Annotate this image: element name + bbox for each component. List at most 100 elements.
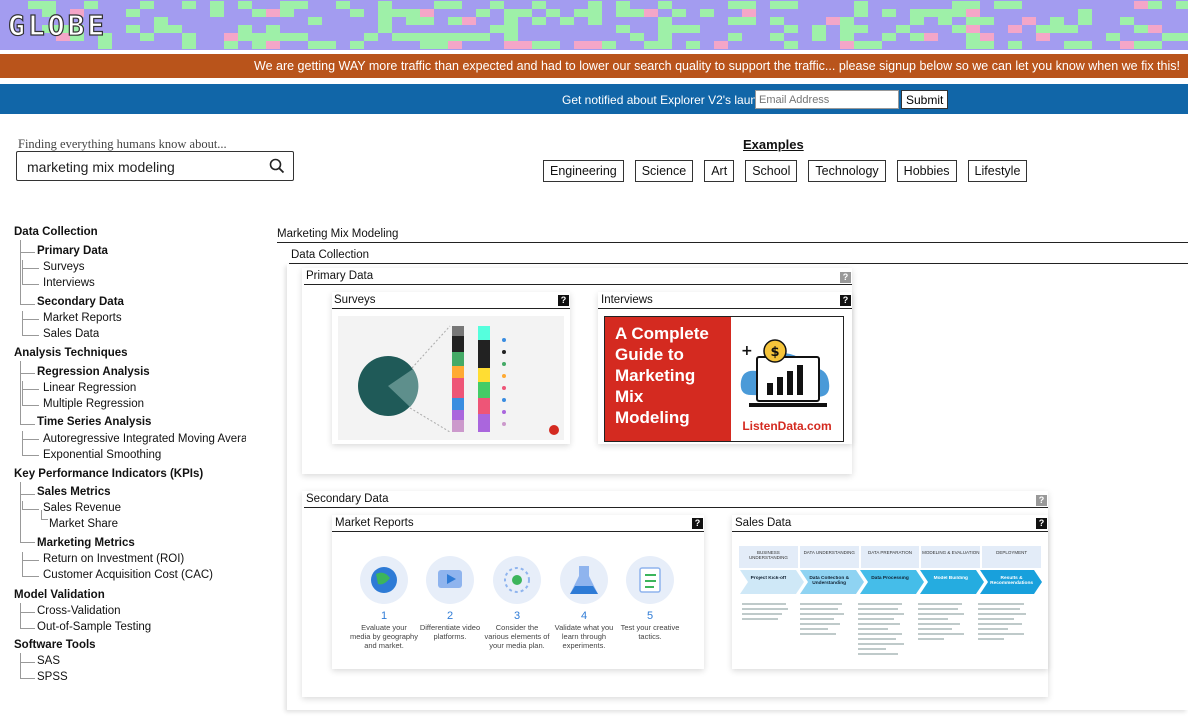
mosaic-pixel xyxy=(784,1,798,9)
mosaic-pixel xyxy=(728,1,742,9)
sales-data-card-title[interactable]: Sales Data xyxy=(735,517,791,529)
interviews-thumbnail[interactable]: A Complete Guide to Marketing Mix Modeli… xyxy=(604,316,844,442)
tree-item-model-validation[interactable]: Model Validation xyxy=(14,589,105,601)
main-divider xyxy=(277,242,1188,243)
tree-item-surveys[interactable]: Surveys xyxy=(43,261,85,273)
mosaic-pixel xyxy=(308,17,322,25)
mosaic-pixel xyxy=(154,17,168,25)
example-chip-art[interactable]: Art xyxy=(704,160,735,182)
tree-item-sales-metrics[interactable]: Sales Metrics xyxy=(37,486,111,498)
main-title[interactable]: Marketing Mix Modeling xyxy=(277,228,398,240)
sales-data-card-divider xyxy=(732,531,1048,532)
tree-item-market-reports[interactable]: Market Reports xyxy=(43,312,122,324)
header-banner: GLOBE xyxy=(0,0,1188,50)
example-chip-lifestyle[interactable]: Lifestyle xyxy=(967,160,1028,182)
mosaic-pixel xyxy=(980,33,994,41)
interviews-card-title[interactable]: Interviews xyxy=(601,294,653,306)
tree-item-cac[interactable]: Customer Acquisition Cost (CAC) xyxy=(43,569,213,581)
secondary-data-help-icon[interactable]: ? xyxy=(1036,495,1047,506)
mosaic-pixel xyxy=(168,25,182,33)
tree-item-sales-revenue[interactable]: Sales Revenue xyxy=(43,502,121,514)
tree-item-time-series-analysis[interactable]: Time Series Analysis xyxy=(37,416,151,428)
guide-brand: ListenData.com xyxy=(742,419,832,433)
traffic-warning-bar: We are getting WAY more traffic than exp… xyxy=(0,54,1188,78)
tree-item-exponential-smoothing[interactable]: Exponential Smoothing xyxy=(43,449,161,461)
tree-item-regression-analysis[interactable]: Regression Analysis xyxy=(37,366,150,378)
tree-item-multiple-regression[interactable]: Multiple Regression xyxy=(43,398,144,410)
site-logo[interactable]: GLOBE xyxy=(7,11,107,40)
mosaic-pixel xyxy=(140,1,154,9)
tree-item-cross-validation[interactable]: Cross-Validation xyxy=(37,605,121,617)
tree-item-interviews[interactable]: Interviews xyxy=(43,277,95,289)
mosaic-pixel xyxy=(602,41,616,49)
svg-text:+: + xyxy=(741,343,753,359)
search-input[interactable] xyxy=(25,157,269,177)
mosaic-pixel xyxy=(420,9,434,17)
tree-connector xyxy=(20,494,35,543)
mosaic-pixel xyxy=(1008,1,1022,9)
tree-item-roi[interactable]: Return on Investment (ROI) xyxy=(43,553,184,565)
mosaic-pixel xyxy=(952,25,966,33)
section-divider xyxy=(289,263,1188,264)
mosaic-pixel xyxy=(224,33,238,41)
tree-item-out-of-sample[interactable]: Out-of-Sample Testing xyxy=(37,621,151,633)
tree-item-primary-data[interactable]: Primary Data xyxy=(37,245,108,257)
mosaic-pixel xyxy=(434,33,448,41)
tree-item-data-collection[interactable]: Data Collection xyxy=(14,226,98,238)
mosaic-pixel xyxy=(1078,17,1092,25)
tree-item-secondary-data[interactable]: Secondary Data xyxy=(37,296,124,308)
mosaic-pixel xyxy=(994,1,1008,9)
surveys-help-icon[interactable]: ? xyxy=(558,295,569,306)
tree-item-marketing-metrics[interactable]: Marketing Metrics xyxy=(37,537,135,549)
market-reports-card-title[interactable]: Market Reports xyxy=(335,517,414,529)
example-chip-hobbies[interactable]: Hobbies xyxy=(896,160,957,182)
tree-item-market-share[interactable]: Market Share xyxy=(49,518,118,530)
mosaic-pixel xyxy=(854,9,868,17)
secondary-data-title[interactable]: Secondary Data xyxy=(306,493,388,505)
examples-title: Examples xyxy=(743,137,804,152)
mosaic-pixel xyxy=(672,25,686,33)
search-icon[interactable] xyxy=(269,158,285,174)
example-chip-science[interactable]: Science xyxy=(634,160,694,182)
surveys-card-title[interactable]: Surveys xyxy=(334,294,376,306)
primary-data-help-icon[interactable]: ? xyxy=(840,272,851,283)
tree-item-arima[interactable]: Autoregressive Integrated Moving Average… xyxy=(43,433,246,445)
search-label: Finding everything humans know about... xyxy=(18,137,227,151)
market-reports-thumbnail[interactable]: 1 Evaluate your media by geography and ma… xyxy=(338,540,700,664)
surveys-thumbnail[interactable] xyxy=(338,316,564,440)
tree-item-sas[interactable]: SAS xyxy=(37,655,60,667)
tree-item-software-tools[interactable]: Software Tools xyxy=(14,639,96,651)
mosaic-pixel xyxy=(1078,9,1092,17)
market-step-2: 2 Differentiate video platforms. xyxy=(419,610,481,641)
section-title-data-collection[interactable]: Data Collection xyxy=(291,249,369,261)
mosaic-pixel xyxy=(308,41,322,49)
mosaic-pixel xyxy=(490,1,504,9)
mosaic-pixel xyxy=(574,9,588,17)
sales-data-help-icon[interactable]: ? xyxy=(1036,518,1047,529)
market-step-3: 3 Consider the various elements of your m… xyxy=(484,610,550,650)
mosaic-pixel xyxy=(280,1,294,9)
interviews-card-divider xyxy=(598,308,852,309)
market-reports-help-icon[interactable]: ? xyxy=(692,518,703,529)
mosaic-pixel xyxy=(1008,41,1022,49)
sales-data-thumbnail[interactable]: BUSINESS UNDERSTANDING DATA UNDERSTANDIN… xyxy=(738,540,1042,664)
mosaic-pixel xyxy=(1148,41,1162,49)
mosaic-pixel xyxy=(742,9,756,17)
submit-button[interactable]: Submit xyxy=(901,90,949,109)
tree-item-analysis-techniques[interactable]: Analysis Techniques xyxy=(14,347,128,359)
example-chip-school[interactable]: School xyxy=(745,160,798,182)
market-step-4: 4 Validate what you learn through experim… xyxy=(554,610,614,650)
mosaic-pixel xyxy=(448,17,462,25)
mosaic-pixel xyxy=(546,9,560,17)
primary-data-title[interactable]: Primary Data xyxy=(306,270,373,282)
email-field[interactable] xyxy=(755,90,899,109)
example-chip-engineering[interactable]: Engineering xyxy=(543,160,624,182)
example-chip-technology[interactable]: Technology xyxy=(808,160,886,182)
tree-item-spss[interactable]: SPSS xyxy=(37,671,68,683)
tree-item-sales-data[interactable]: Sales Data xyxy=(43,328,99,340)
tree-item-linear-regression[interactable]: Linear Regression xyxy=(43,382,136,394)
tree-item-kpis[interactable]: Key Performance Indicators (KPIs) xyxy=(14,468,203,480)
interviews-help-icon[interactable]: ? xyxy=(840,295,851,306)
mosaic-pixel xyxy=(630,33,644,41)
mosaic-pixel xyxy=(420,17,434,25)
